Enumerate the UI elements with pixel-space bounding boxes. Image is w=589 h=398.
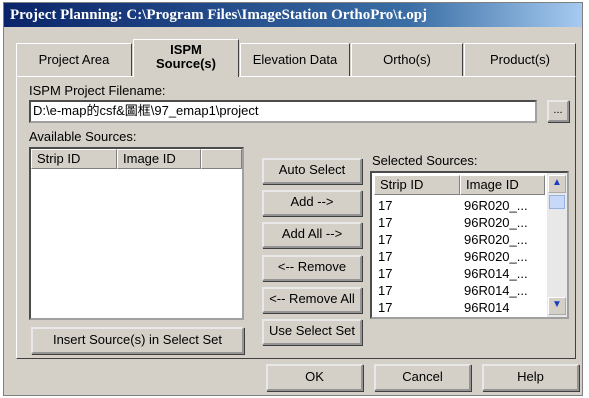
scroll-down-icon[interactable]: ▼ <box>548 297 566 315</box>
image-id-cell: 96R014_... <box>464 266 528 281</box>
table-row[interactable]: 17 96R020_... <box>372 248 547 265</box>
strip-id-cell: 17 <box>378 249 393 264</box>
table-row[interactable]: 17 96R020_... <box>372 231 547 248</box>
project-planning-dialog: Project Planning: C:\Program Files\Image… <box>3 2 583 396</box>
insert-sources-button[interactable]: Insert Source(s) in Select Set <box>31 327 244 354</box>
strip-id-cell: 17 <box>378 266 393 281</box>
table-row[interactable]: 17 96R020_... <box>372 214 547 231</box>
tab-products[interactable]: Product(s) <box>464 43 576 77</box>
strip-id-cell: 17 <box>378 300 393 315</box>
tab-ispm-sources-line2: Source(s) <box>156 56 216 71</box>
selected-scrollbar[interactable]: ▲ ▼ <box>547 173 567 317</box>
selected-sources-list[interactable]: Strip ID Image ID 17 96R020_... 17 96R020_.… <box>370 171 569 319</box>
image-id-cell: 96R020_... <box>464 215 528 230</box>
image-id-cell: 96R014_... <box>464 283 528 298</box>
tab-elevation-data[interactable]: Elevation Data <box>240 43 350 77</box>
table-row[interactable]: 17 96R020_... <box>372 197 547 214</box>
image-id-cell: 96R020_... <box>464 232 528 247</box>
tab-panel: ISPM Project Filename: D:\e-map的csf&圖框\9… <box>16 76 576 359</box>
available-sources-label: Available Sources: <box>29 129 137 144</box>
scroll-thumb[interactable] <box>549 195 565 209</box>
remove-button[interactable]: <-- Remove <box>262 255 362 281</box>
strip-id-cell: 17 <box>378 215 393 230</box>
help-button[interactable]: Help <box>482 364 579 391</box>
tab-project-area[interactable]: Project Area <box>16 43 132 77</box>
available-col-empty <box>201 149 242 169</box>
ok-button[interactable]: OK <box>266 364 363 391</box>
image-id-cell: 96R014 <box>464 300 510 315</box>
add-button[interactable]: Add --> <box>262 190 362 216</box>
strip-id-cell: 17 <box>378 198 393 213</box>
selected-rows: 17 96R020_... 17 96R020_... 17 96R020_... 17 96… <box>372 197 547 317</box>
image-id-cell: 96R020_... <box>464 249 528 264</box>
strip-id-cell: 17 <box>378 232 393 247</box>
scroll-up-icon[interactable]: ▲ <box>548 175 566 193</box>
image-id-cell: 96R020_... <box>464 198 528 213</box>
tab-ispm-sources[interactable]: ISPM Source(s) <box>133 39 239 77</box>
selected-sources-label: Selected Sources: <box>372 153 478 168</box>
cancel-button[interactable]: Cancel <box>374 364 471 391</box>
add-all-button[interactable]: Add All --> <box>262 222 362 248</box>
auto-select-button[interactable]: Auto Select <box>262 158 362 184</box>
selected-col-image-id[interactable]: Image ID <box>460 175 545 195</box>
tab-ispm-sources-line1: ISPM <box>170 42 202 57</box>
table-row[interactable]: 17 96R014_... <box>372 265 547 282</box>
browse-button[interactable]: ... <box>547 100 569 122</box>
table-row[interactable]: 17 96R014_... <box>372 282 547 299</box>
table-row[interactable]: 17 96R014 <box>372 299 547 316</box>
filename-label: ISPM Project Filename: <box>29 83 166 98</box>
available-col-strip-id[interactable]: Strip ID <box>31 149 117 169</box>
available-col-image-id[interactable]: Image ID <box>117 149 201 169</box>
strip-id-cell: 17 <box>378 283 393 298</box>
tab-orthos[interactable]: Ortho(s) <box>351 43 463 77</box>
use-select-set-button[interactable]: Use Select Set <box>262 319 362 345</box>
selected-col-strip-id[interactable]: Strip ID <box>374 175 460 195</box>
available-sources-list[interactable]: Strip ID Image ID <box>29 147 244 320</box>
filename-input[interactable]: D:\e-map的csf&圖框\97_emap1\project <box>29 100 537 123</box>
remove-all-button[interactable]: <-- Remove All <box>262 287 362 313</box>
window-title: Project Planning: C:\Program Files\Image… <box>4 3 582 27</box>
